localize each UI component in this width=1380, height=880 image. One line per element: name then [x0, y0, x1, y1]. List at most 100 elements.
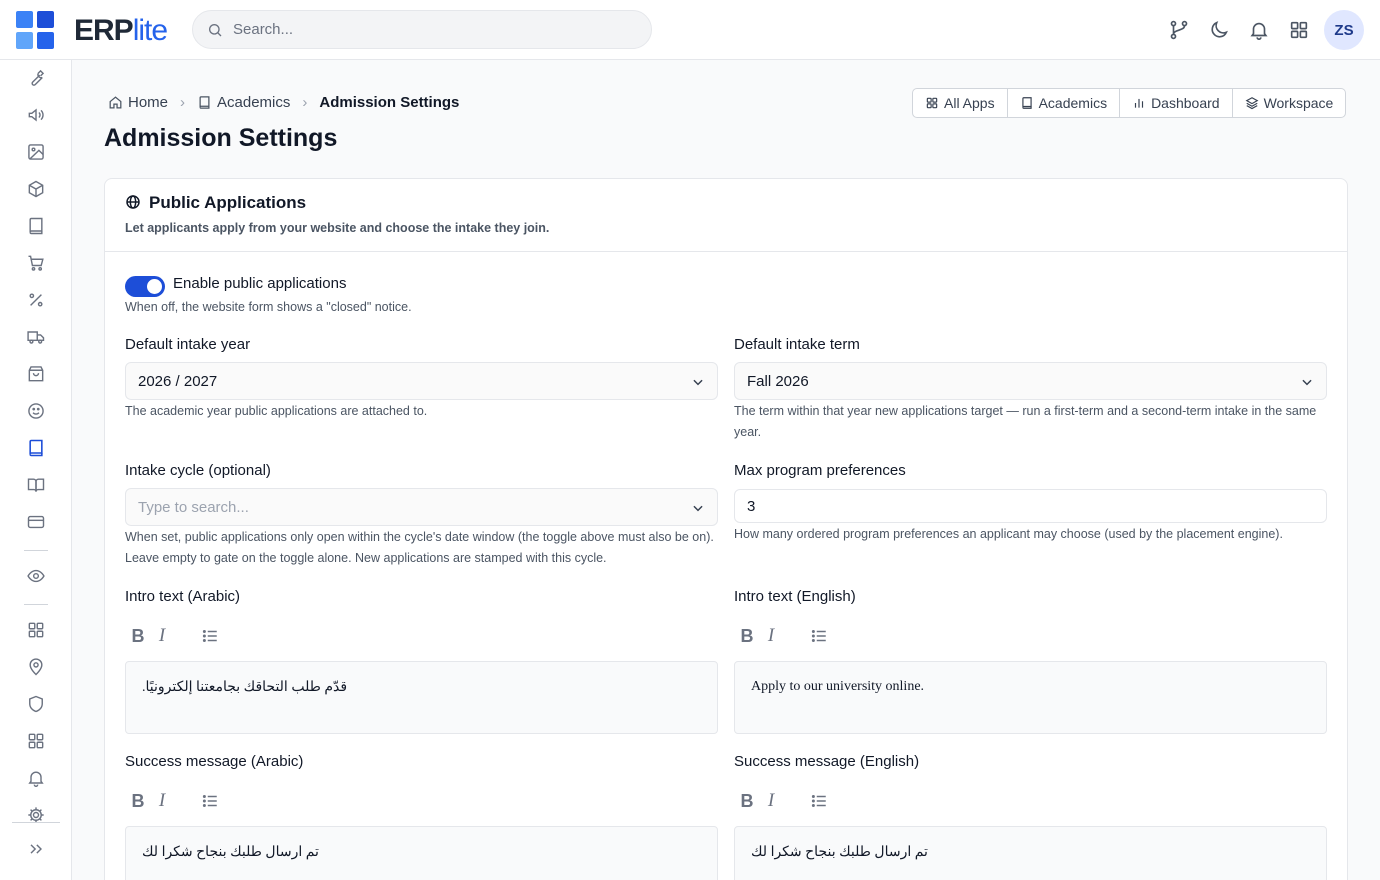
bullet-list-button[interactable] — [199, 624, 221, 648]
intro-en-editor[interactable]: Apply to our university online. — [734, 661, 1327, 734]
book-open-icon[interactable] — [26, 475, 46, 495]
intro-ar-toolbar: B I — [127, 624, 227, 648]
intro-ar-label: Intro text (Arabic) — [125, 588, 241, 605]
page-title: Admission Settings — [104, 124, 338, 152]
intro-ar-editor[interactable]: قدّم طلب التحاقك بجامعتنا إلكترونيًا. — [125, 661, 718, 734]
list-icon — [202, 795, 217, 807]
sidebar-divider — [24, 604, 48, 605]
chevron-down-icon — [1302, 379, 1312, 386]
bullet-list-button[interactable] — [808, 789, 830, 813]
list-icon — [811, 795, 826, 807]
breadcrumb-academics-label: Academics — [217, 93, 291, 111]
megaphone-icon[interactable] — [26, 105, 46, 125]
max-prefs-input[interactable]: 3 — [734, 489, 1327, 523]
intro-ar-content: قدّم طلب التحاقك بجامعتنا إلكترونيًا. — [142, 680, 348, 695]
logo-icon[interactable] — [16, 11, 54, 49]
italic-button[interactable]: I — [760, 624, 782, 648]
shield-icon[interactable] — [26, 694, 46, 714]
breadcrumb-current: Admission Settings — [319, 94, 459, 111]
max-prefs-help: How many ordered program preferences an … — [734, 527, 1283, 541]
intake-year-select[interactable]: 2026 / 2027 — [125, 362, 718, 400]
user-avatar[interactable]: ZS — [1324, 10, 1364, 50]
italic-button[interactable]: I — [760, 789, 782, 813]
intake-year-label: Default intake year — [125, 336, 251, 353]
logo-bold: ERP — [74, 14, 134, 47]
book-active-icon[interactable] — [26, 438, 46, 458]
success-ar-editor[interactable]: تم ارسال طلبك بنجاح شكرا لك — [125, 826, 718, 880]
grid-2-icon[interactable] — [26, 731, 46, 751]
intake-cycle-help: When set, public applications only open … — [125, 530, 714, 565]
workspace-button[interactable]: Workspace — [1233, 89, 1346, 117]
eye-icon[interactable] — [26, 566, 46, 586]
credit-card-icon[interactable] — [26, 512, 46, 532]
sidebar-divider — [12, 822, 60, 823]
sidebar — [0, 60, 72, 880]
book-icon[interactable] — [26, 216, 46, 236]
intro-en-label: Intro text (English) — [734, 588, 856, 605]
chevron-down-icon — [693, 505, 703, 512]
breadcrumb-academics[interactable]: Academics — [197, 94, 290, 111]
all-apps-button[interactable]: All Apps — [913, 89, 1008, 117]
intro-en-content: Apply to our university online. — [751, 679, 925, 694]
enable-public-applications-toggle[interactable] — [125, 276, 165, 297]
max-prefs-label: Max program preferences — [734, 462, 906, 479]
success-en-editor[interactable]: تم ارسال طلبك بنجاح شكرا لك — [734, 826, 1327, 880]
intake-cycle-select[interactable]: Type to search... — [125, 488, 718, 526]
search-input[interactable] — [233, 11, 633, 48]
academics-label: Academics — [1038, 95, 1108, 111]
bold-button[interactable]: B — [736, 789, 758, 813]
logo-wordmark[interactable]: ERPlite — [74, 14, 168, 48]
moon-icon[interactable] — [1208, 19, 1230, 41]
breadcrumb-home[interactable]: Home — [108, 94, 168, 111]
image-icon[interactable] — [26, 142, 46, 162]
smile-icon[interactable] — [26, 401, 46, 421]
toggle-help: When off, the website form shows a "clos… — [125, 300, 412, 314]
bell-icon[interactable] — [26, 768, 46, 788]
toggle-label: Enable public applications — [173, 275, 347, 292]
card-subtitle: Let applicants apply from your website a… — [125, 221, 550, 235]
italic-button[interactable]: I — [151, 624, 173, 648]
breadcrumb-separator: › — [302, 93, 308, 111]
workspace-label: Workspace — [1263, 95, 1334, 111]
double-chevron-right-icon[interactable] — [26, 839, 46, 859]
intake-term-help: The term within that year new applicatio… — [734, 404, 1317, 439]
breadcrumb-separator: › — [180, 93, 186, 111]
card-title: Public Applications — [149, 193, 307, 212]
percent-icon[interactable] — [26, 290, 46, 310]
home-icon — [109, 95, 122, 108]
bell-icon[interactable] — [1248, 19, 1270, 41]
dashboard-button[interactable]: Dashboard — [1120, 89, 1233, 117]
intake-cycle-placeholder: Type to search... — [138, 499, 249, 516]
map-pin-icon[interactable] — [26, 657, 46, 677]
apps-grid-icon[interactable] — [1288, 19, 1310, 41]
academics-button[interactable]: Academics — [1008, 89, 1121, 117]
italic-button[interactable]: I — [151, 789, 173, 813]
success-en-label: Success message (English) — [734, 753, 920, 770]
bold-button[interactable]: B — [127, 789, 149, 813]
search-box[interactable] — [192, 10, 652, 49]
breadcrumb: Home › Academics › Admission Settings — [108, 92, 459, 112]
bar-chart-icon — [1134, 98, 1144, 108]
truck-icon[interactable] — [26, 327, 46, 347]
success-en-toolbar: B I — [736, 789, 836, 813]
success-ar-toolbar: B I — [127, 789, 227, 813]
top-bar: ERPlite ZS — [0, 0, 1380, 60]
book-icon — [1021, 97, 1032, 109]
bold-button[interactable]: B — [736, 624, 758, 648]
intake-term-value: Fall 2026 — [747, 373, 809, 390]
intake-term-select[interactable]: Fall 2026 — [734, 362, 1327, 400]
box-icon[interactable] — [26, 179, 46, 199]
git-branch-icon[interactable] — [1168, 19, 1190, 41]
bullet-list-button[interactable] — [199, 789, 221, 813]
grid-icon[interactable] — [26, 620, 46, 640]
success-en-content: تم ارسال طلبك بنجاح شكرا لك — [751, 845, 928, 860]
bold-button[interactable]: B — [127, 624, 149, 648]
shopping-bag-icon[interactable] — [26, 364, 46, 384]
dashboard-label: Dashboard — [1151, 95, 1220, 111]
wrench-icon[interactable] — [26, 68, 46, 88]
layers-icon — [1245, 97, 1259, 110]
app-switcher: All Apps Academics Dashboard Workspace — [912, 88, 1347, 118]
cart-icon[interactable] — [26, 253, 46, 273]
book-icon — [199, 95, 210, 109]
bullet-list-button[interactable] — [808, 624, 830, 648]
